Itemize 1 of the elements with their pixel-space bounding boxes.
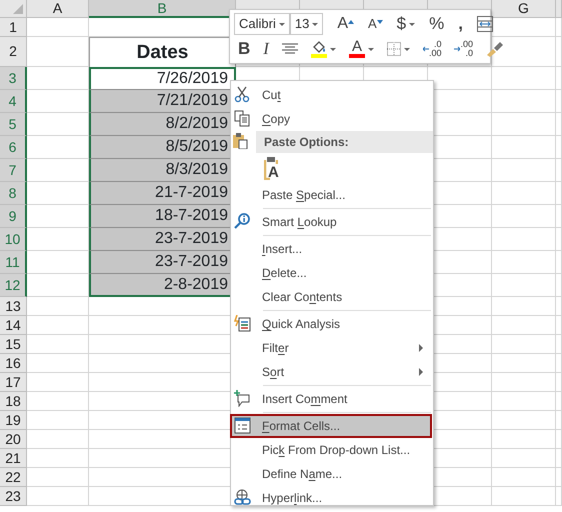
section-header: Paste Options: [264, 134, 349, 151]
